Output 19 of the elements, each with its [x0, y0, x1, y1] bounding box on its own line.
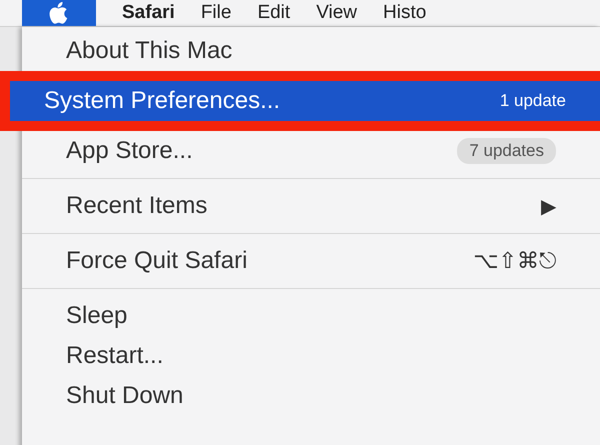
- apple-menu[interactable]: [22, 0, 96, 26]
- menu-item[interactable]: About This Mac: [22, 31, 600, 71]
- menu-item[interactable]: Restart...: [22, 336, 600, 376]
- menu-item[interactable]: Sleep: [22, 296, 600, 336]
- update-label: 1 update: [498, 90, 567, 112]
- apple-icon: [49, 2, 69, 24]
- menu-bar-item[interactable]: Safari: [122, 2, 175, 24]
- submenu-arrow: ▶: [541, 194, 556, 218]
- update-badge: 7 updates: [457, 138, 556, 164]
- keyboard-shortcut: ⌥⇧⌘⎋: [473, 248, 556, 274]
- menu-item[interactable]: Force Quit Safari ⌥⇧⌘⎋: [22, 241, 600, 281]
- menu-bar-item[interactable]: View: [316, 2, 358, 24]
- menu-bar-item[interactable]: Histo: [383, 2, 426, 24]
- menu-bar-item[interactable]: File: [200, 2, 232, 24]
- menu-item[interactable]: App Store... 7 updates: [22, 131, 600, 171]
- menu-bar-item[interactable]: Edit: [257, 2, 290, 24]
- menu-item[interactable]: Shut Down: [22, 376, 600, 416]
- menu-item[interactable]: System Preferences... 1 update: [10, 81, 600, 121]
- menu-item[interactable]: Recent Items ▶: [22, 186, 600, 226]
